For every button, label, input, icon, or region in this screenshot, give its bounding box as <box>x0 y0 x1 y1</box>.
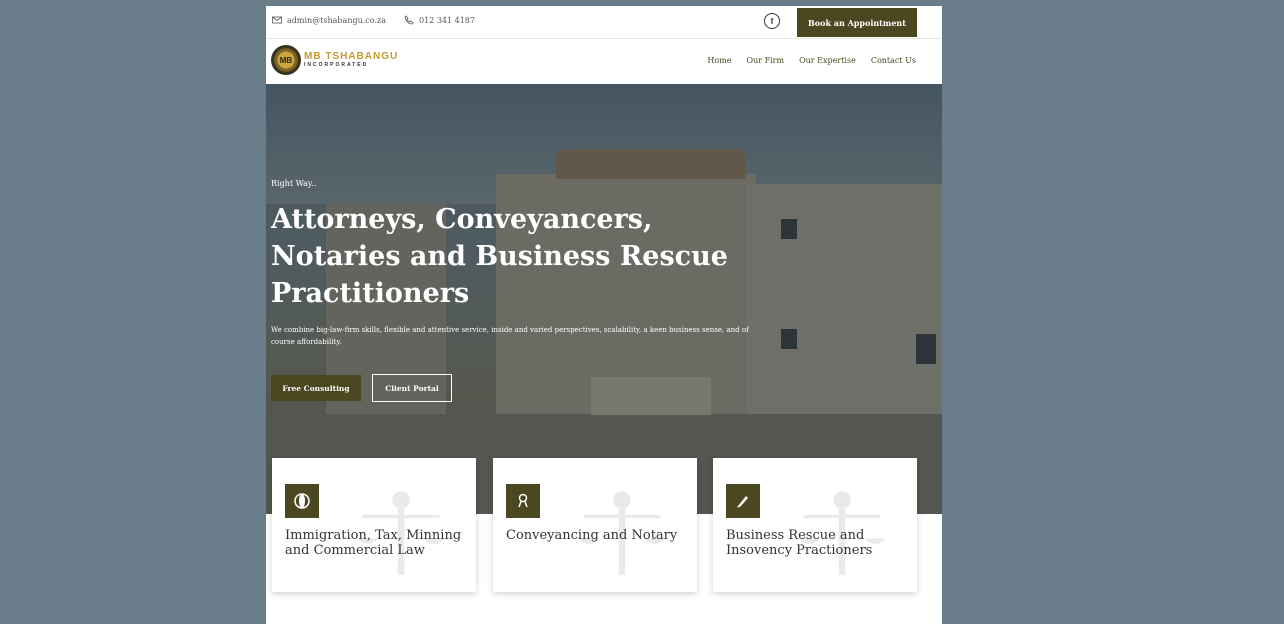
service-card-conveyancing[interactable]: Conveyancing and Notary <box>493 458 697 592</box>
phone-text: 012 341 4187 <box>419 15 475 25</box>
service-card-business-rescue[interactable]: Business Rescue and Insovency Practioner… <box>713 458 917 592</box>
card-title: Conveyancing and Notary <box>506 528 678 543</box>
logo-emblem: MB <box>271 45 301 75</box>
email-link[interactable]: admin@tshabangu.co.za <box>272 15 386 25</box>
envelope-icon <box>272 16 282 24</box>
nav-item-contact-us[interactable]: Contact Us <box>871 56 916 65</box>
client-portal-button[interactable]: Client Portal <box>372 374 452 402</box>
nav-item-our-expertise[interactable]: Our Expertise <box>799 56 856 65</box>
hero-description: We combine big-law-firm skills, flexible… <box>271 326 749 346</box>
hero-eyebrow: Right Way.. <box>271 179 317 188</box>
hero-section: Right Way.. Attorneys, Conveyancers, Not… <box>266 84 942 514</box>
book-appointment-button[interactable]: Book an Appointment <box>797 8 917 37</box>
page-container: admin@tshabangu.co.za 012 341 4187 f Boo… <box>266 6 942 624</box>
free-consulting-button[interactable]: Free Consulting <box>271 375 361 401</box>
card-title: Immigration, Tax, Minning and Commercial… <box>285 528 462 558</box>
globe-icon <box>285 484 319 518</box>
logo[interactable]: MB MB TSHABANGU INCORPORATED <box>271 45 398 75</box>
service-card-immigration[interactable]: Immigration, Tax, Minning and Commercial… <box>272 458 476 592</box>
phone-icon <box>404 15 414 25</box>
logo-text: MB TSHABANGU INCORPORATED <box>304 52 398 68</box>
navbar: MB MB TSHABANGU INCORPORATED Home Our Fi… <box>266 39 942 84</box>
logo-name: MB TSHABANGU <box>304 51 399 62</box>
hero-title: Attorneys, Conveyancers, Notaries and Bu… <box>271 204 728 309</box>
logo-subtitle: INCORPORATED <box>304 62 369 68</box>
pen-icon <box>726 484 760 518</box>
nav-item-home[interactable]: Home <box>707 56 731 65</box>
top-bar: admin@tshabangu.co.za 012 341 4187 f Boo… <box>266 6 942 39</box>
nav-menu: Home Our Firm Our Expertise Contact Us <box>707 56 916 65</box>
email-text: admin@tshabangu.co.za <box>287 15 386 25</box>
user-award-icon <box>506 484 540 518</box>
nav-item-our-firm[interactable]: Our Firm <box>746 56 784 65</box>
phone-link[interactable]: 012 341 4187 <box>404 15 475 25</box>
facebook-icon[interactable]: f <box>764 13 780 29</box>
card-title: Business Rescue and Insovency Practioner… <box>726 528 873 558</box>
